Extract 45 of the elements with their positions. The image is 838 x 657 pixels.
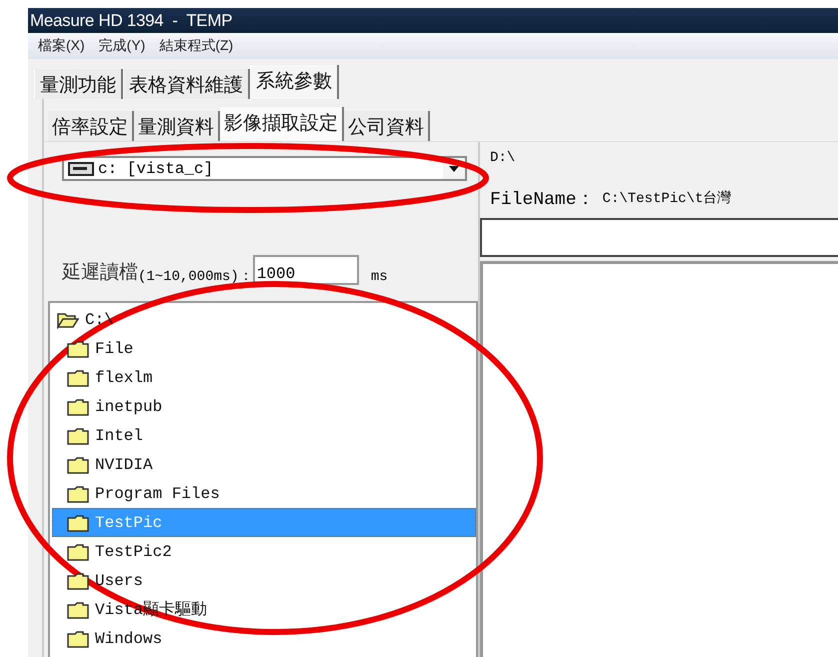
tree-item[interactable]: TestPic2 bbox=[52, 537, 476, 566]
folder-icon bbox=[67, 572, 89, 590]
open-folder-icon bbox=[57, 310, 79, 328]
folder-icon bbox=[67, 600, 89, 618]
folder-icon bbox=[67, 426, 89, 444]
folder-icon bbox=[67, 484, 89, 502]
tree-item[interactable]: Intel bbox=[52, 421, 476, 450]
menu-item[interactable]: 結束程式(Z) bbox=[159, 37, 234, 55]
tab[interactable]: 倍率設定 bbox=[48, 111, 134, 141]
delay-input[interactable]: 1000 bbox=[252, 255, 359, 285]
tab[interactable]: 公司資料 bbox=[344, 111, 430, 141]
delay-label: 延遲讀檔 bbox=[62, 261, 138, 285]
folder-icon bbox=[67, 368, 89, 386]
window-title: Measure HD 1394 - TEMP bbox=[28, 8, 838, 33]
text-field[interactable] bbox=[480, 218, 838, 257]
menu-item[interactable]: 完成(Y) bbox=[98, 37, 146, 55]
tab[interactable]: 量測資料 bbox=[134, 111, 220, 141]
delay-range-label: (1~10,000ms)： bbox=[138, 268, 253, 285]
unit-label: ms bbox=[370, 269, 388, 285]
tree-item[interactable]: Windows bbox=[52, 624, 476, 653]
folder-icon bbox=[67, 542, 89, 560]
drive-icon bbox=[68, 162, 94, 176]
folder-icon bbox=[67, 514, 89, 532]
tree-item[interactable]: flexlm bbox=[52, 363, 476, 392]
folder-icon bbox=[67, 398, 89, 416]
tree-item[interactable]: Users bbox=[52, 566, 476, 595]
tab[interactable]: 系統參數 bbox=[250, 65, 339, 99]
tree-item[interactable]: Program Files bbox=[52, 479, 476, 508]
tree-item[interactable]: inetpub bbox=[52, 392, 476, 421]
drive-value: c: [vista_c] bbox=[98, 160, 214, 178]
menu-item[interactable]: 檔案(X) bbox=[38, 37, 85, 55]
folder-icon bbox=[67, 456, 89, 474]
folder-icon bbox=[67, 630, 89, 648]
folder-icon bbox=[67, 340, 89, 358]
tree-item[interactable]: C:\ bbox=[85, 310, 114, 328]
drive-dropdown[interactable]: c: [vista_c] bbox=[62, 156, 467, 181]
tree-item[interactable]: File bbox=[52, 334, 476, 363]
tree-item[interactable]: NVIDIA bbox=[52, 450, 476, 479]
tab[interactable]: 表格資料維護 bbox=[123, 69, 250, 99]
tab[interactable]: 影像擷取設定 bbox=[220, 107, 344, 141]
tab[interactable]: 量測功能 bbox=[34, 69, 123, 99]
path-label: D:\ bbox=[490, 150, 516, 166]
filename-value: C:\TestPic\t台灣 bbox=[602, 190, 732, 207]
dropdown-arrow-icon[interactable] bbox=[449, 166, 459, 172]
filename-label: FileName： bbox=[490, 189, 594, 210]
